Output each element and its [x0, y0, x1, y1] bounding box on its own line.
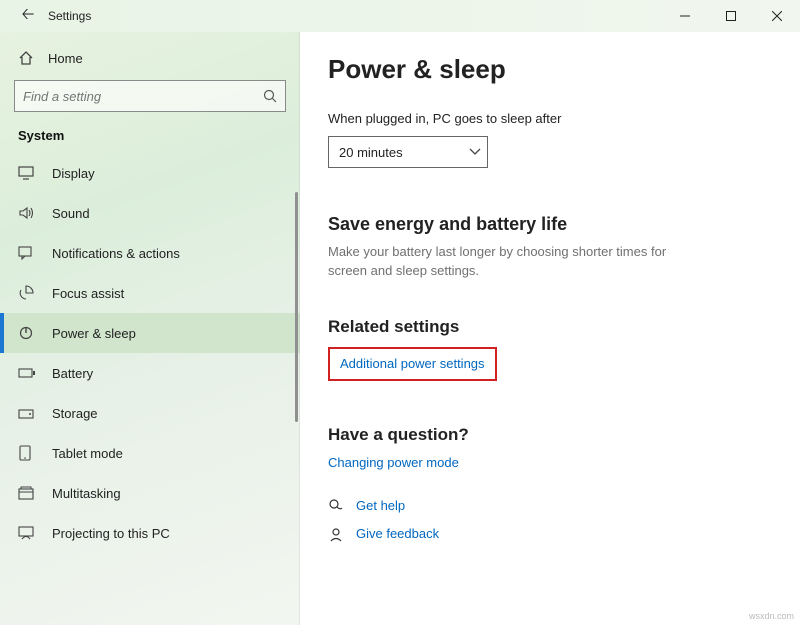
sidebar-item-multitasking[interactable]: Multitasking [0, 473, 300, 513]
titlebar: 🡠 Settings [0, 0, 800, 32]
home-icon [18, 50, 38, 66]
minimize-button[interactable] [662, 0, 708, 32]
give-feedback-link: Give feedback [356, 526, 439, 541]
sidebar-home[interactable]: Home [0, 44, 300, 80]
projecting-icon [18, 526, 38, 540]
sidebar-item-label: Notifications & actions [52, 246, 180, 261]
sidebar-home-label: Home [48, 51, 83, 66]
search-icon [263, 89, 277, 103]
tablet-icon [18, 445, 38, 461]
sidebar: Home System Display Sound Notifications … [0, 32, 300, 625]
sleep-dropdown-label: When plugged in, PC goes to sleep after [328, 111, 772, 126]
energy-description: Make your battery last longer by choosin… [328, 243, 708, 281]
sidebar-item-label: Battery [52, 366, 93, 381]
sidebar-item-label: Multitasking [52, 486, 121, 501]
sidebar-item-label: Display [52, 166, 95, 181]
highlight-box: Additional power settings [328, 347, 497, 381]
question-heading: Have a question? [328, 425, 772, 445]
sidebar-item-storage[interactable]: Storage [0, 393, 300, 433]
sound-icon [18, 206, 38, 220]
focus-assist-icon [18, 285, 38, 301]
search-box[interactable] [14, 80, 286, 112]
window-title: Settings [48, 9, 91, 23]
battery-icon [18, 367, 38, 379]
get-help-link: Get help [356, 498, 405, 513]
maximize-icon [726, 11, 736, 21]
get-help-icon [328, 498, 350, 514]
search-input[interactable] [23, 89, 263, 104]
give-feedback-row[interactable]: Give feedback [328, 526, 772, 542]
sidebar-item-battery[interactable]: Battery [0, 353, 300, 393]
feedback-icon [328, 526, 350, 542]
changing-power-mode-link[interactable]: Changing power mode [328, 455, 772, 470]
additional-power-settings-link[interactable]: Additional power settings [340, 356, 485, 371]
sidebar-scrollbar[interactable] [295, 192, 298, 422]
notifications-icon [18, 246, 38, 260]
close-icon [772, 11, 782, 21]
sidebar-item-label: Projecting to this PC [52, 526, 170, 541]
sidebar-item-label: Tablet mode [52, 446, 123, 461]
sidebar-section-label: System [0, 128, 300, 153]
back-button[interactable]: 🡠 [8, 3, 48, 30]
sidebar-item-tablet-mode[interactable]: Tablet mode [0, 433, 300, 473]
chevron-down-icon [469, 148, 481, 156]
sidebar-item-label: Focus assist [52, 286, 124, 301]
sidebar-item-label: Sound [52, 206, 90, 221]
sidebar-item-projecting[interactable]: Projecting to this PC [0, 513, 300, 553]
sleep-dropdown-value: 20 minutes [339, 145, 403, 160]
sidebar-item-power-sleep[interactable]: Power & sleep [0, 313, 300, 353]
close-button[interactable] [754, 0, 800, 32]
power-icon [18, 325, 38, 341]
content-pane: Power & sleep When plugged in, PC goes t… [300, 32, 800, 625]
sidebar-item-display[interactable]: Display [0, 153, 300, 193]
energy-heading: Save energy and battery life [328, 214, 772, 235]
sidebar-item-label: Storage [52, 406, 98, 421]
sidebar-item-sound[interactable]: Sound [0, 193, 300, 233]
storage-icon [18, 406, 38, 420]
sidebar-item-focus-assist[interactable]: Focus assist [0, 273, 300, 313]
multitasking-icon [18, 486, 38, 500]
related-settings-heading: Related settings [328, 317, 772, 337]
window-controls [662, 0, 800, 32]
display-icon [18, 166, 38, 180]
sidebar-item-label: Power & sleep [52, 326, 136, 341]
maximize-button[interactable] [708, 0, 754, 32]
get-help-row[interactable]: Get help [328, 498, 772, 514]
sidebar-nav: Display Sound Notifications & actions Fo… [0, 153, 300, 553]
page-title: Power & sleep [328, 54, 772, 85]
minimize-icon [680, 11, 690, 21]
watermark: wsxdn.com [749, 611, 794, 621]
sidebar-item-notifications[interactable]: Notifications & actions [0, 233, 300, 273]
sleep-dropdown[interactable]: 20 minutes [328, 136, 488, 168]
